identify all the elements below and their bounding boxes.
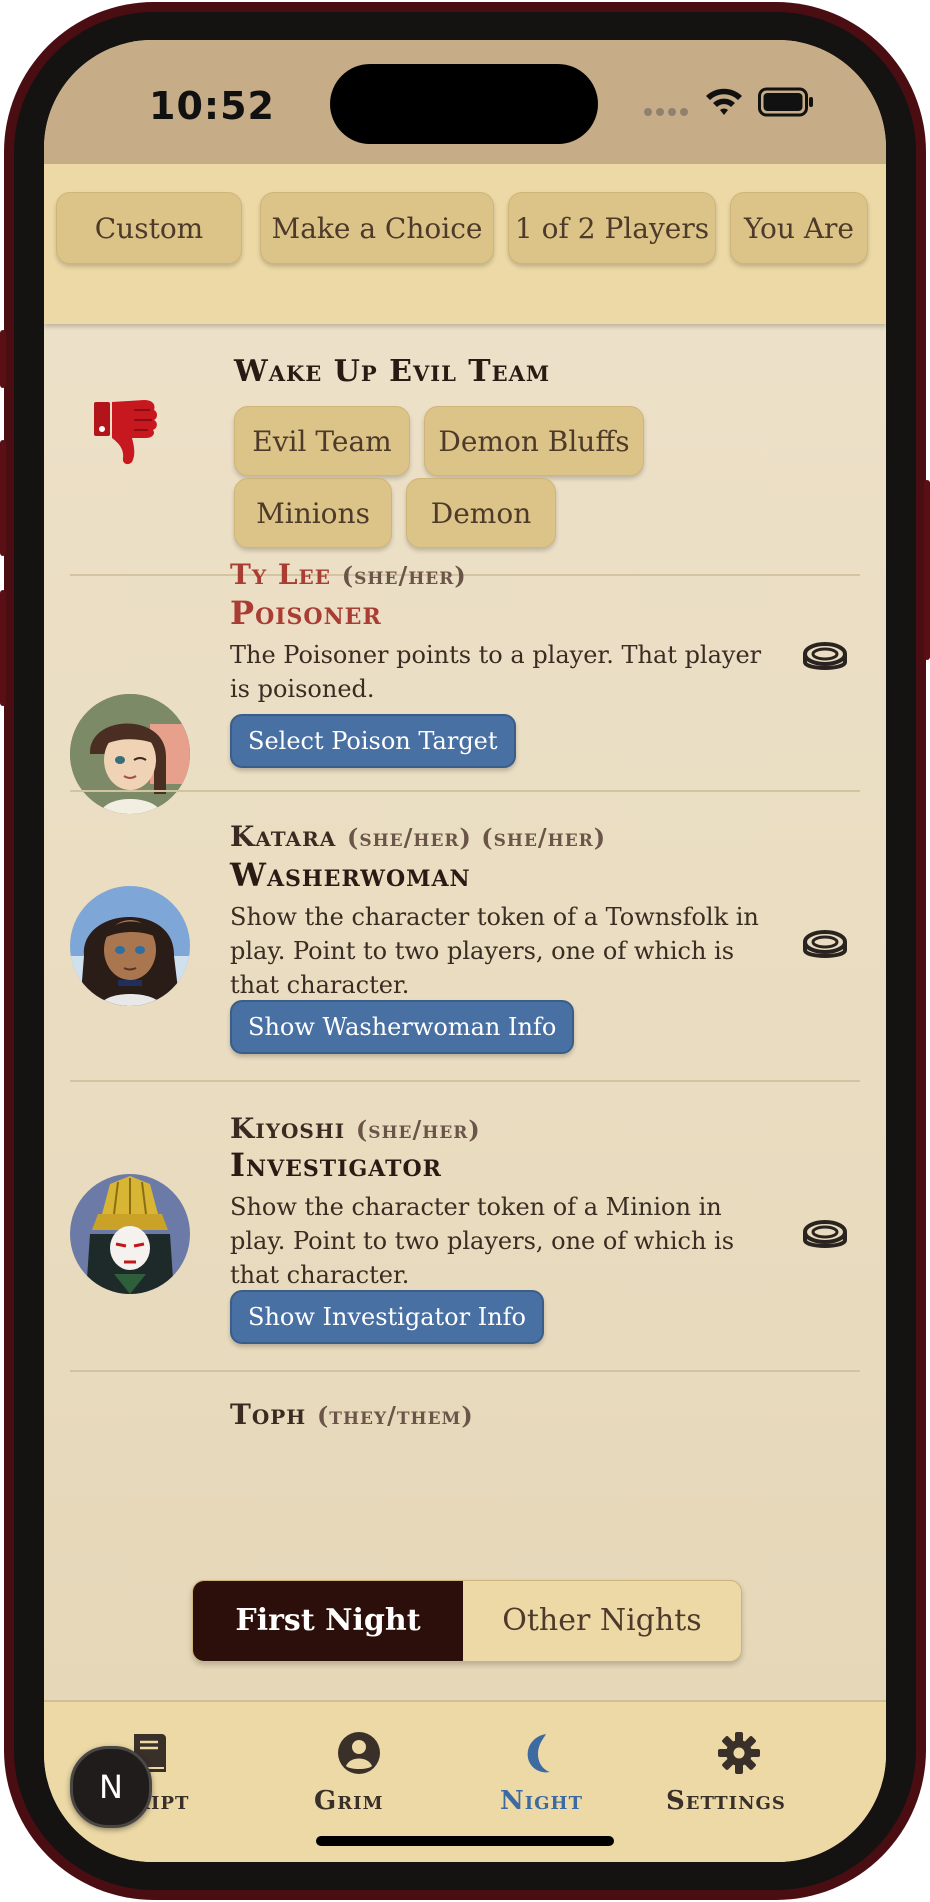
dynamic-island bbox=[330, 64, 598, 144]
avatar bbox=[70, 886, 190, 1006]
first-night-tab[interactable]: First Night bbox=[193, 1581, 463, 1661]
player-name: Ty Lee bbox=[230, 558, 332, 591]
role-description: Show the character token of a Minion in … bbox=[230, 1193, 735, 1289]
battery-icon bbox=[758, 87, 813, 117]
player-name: Toph bbox=[230, 1398, 307, 1431]
role-name: Washerwoman bbox=[230, 856, 471, 894]
gear-icon bbox=[718, 1732, 760, 1774]
other-nights-tab[interactable]: Other Nights bbox=[463, 1581, 741, 1661]
status-bar: 10:52 bbox=[44, 40, 886, 164]
screen: 10:52 Custom Make a Choice 1 of 2 Player… bbox=[44, 40, 886, 1862]
divider bbox=[70, 790, 860, 792]
side-button bbox=[0, 590, 6, 706]
minions-button[interactable]: Minions bbox=[234, 478, 392, 548]
player-pronouns: (she/her) bbox=[341, 561, 467, 590]
chip-make-a-choice[interactable]: Make a Choice bbox=[260, 192, 494, 264]
role-name: Investigator bbox=[230, 1146, 442, 1184]
tab-settings[interactable]: Settings bbox=[660, 1702, 820, 1822]
select-poison-target-button[interactable]: Select Poison Target bbox=[230, 714, 516, 768]
role-description: The Poisoner points to a player. That pl… bbox=[230, 641, 762, 703]
player-name: Kiyoshi bbox=[230, 1112, 346, 1145]
player-pronouns: (she/her) (she/her) bbox=[346, 823, 607, 852]
tab-label: Night bbox=[500, 1786, 583, 1816]
token-icon[interactable] bbox=[802, 928, 848, 964]
wifi-icon bbox=[706, 88, 742, 115]
divider bbox=[70, 1080, 860, 1082]
tab-label: Settings bbox=[666, 1786, 786, 1816]
avatar bbox=[70, 694, 190, 814]
phone-frame: 10:52 Custom Make a Choice 1 of 2 Player… bbox=[0, 0, 930, 1902]
home-indicator[interactable] bbox=[316, 1836, 614, 1846]
player-name-line: Katara (she/her) (she/her) bbox=[230, 820, 606, 853]
avatar bbox=[70, 1174, 190, 1294]
status-time: 10:52 bbox=[149, 84, 275, 128]
evil-team-title: Wake Up Evil Team bbox=[234, 354, 551, 389]
side-button bbox=[0, 330, 6, 388]
cellular-signal-icon bbox=[644, 108, 688, 118]
show-washerwoman-info-button[interactable]: Show Washerwoman Info bbox=[230, 1000, 575, 1054]
tab-label: Grim bbox=[314, 1786, 384, 1816]
token-icon[interactable] bbox=[802, 1218, 848, 1254]
divider bbox=[70, 1370, 860, 1372]
user-circle-icon bbox=[338, 1732, 380, 1774]
chip-you-are[interactable]: You Are bbox=[730, 192, 868, 264]
show-investigator-info-button[interactable]: Show Investigator Info bbox=[230, 1290, 544, 1344]
tab-night[interactable]: Night bbox=[480, 1702, 600, 1822]
player-name-line: Kiyoshi (she/her) bbox=[230, 1112, 481, 1145]
player-pronouns: (she/her) bbox=[355, 1115, 481, 1144]
player-name-line: Ty Lee (she/her) bbox=[230, 558, 467, 591]
chip-custom[interactable]: Custom bbox=[56, 192, 242, 264]
token-icon[interactable] bbox=[802, 640, 848, 676]
dev-badge[interactable]: N bbox=[70, 1746, 152, 1828]
thumbs-down-icon bbox=[94, 400, 157, 465]
player-name: Katara bbox=[230, 820, 337, 853]
demon-bluffs-button[interactable]: Demon Bluffs bbox=[424, 406, 644, 476]
player-pronouns: (they/them) bbox=[316, 1401, 474, 1430]
demon-button[interactable]: Demon bbox=[406, 478, 556, 548]
tab-grim[interactable]: Grim bbox=[300, 1702, 420, 1822]
top-chip-bar: Custom Make a Choice 1 of 2 Players You … bbox=[44, 164, 886, 324]
evil-team-button[interactable]: Evil Team bbox=[234, 406, 410, 476]
moon-icon bbox=[527, 1734, 550, 1773]
chip-player-count[interactable]: 1 of 2 Players bbox=[508, 192, 716, 264]
side-button bbox=[924, 480, 930, 660]
night-toggle: First Night Other Nights bbox=[192, 1580, 742, 1662]
role-name: Poisoner bbox=[230, 594, 382, 632]
side-button bbox=[0, 440, 6, 556]
player-name-line: Toph (they/them) bbox=[230, 1398, 474, 1431]
night-order-list[interactable]: Wake Up Evil Team Evil Team Demon Bluffs… bbox=[44, 324, 886, 1700]
role-description: Show the character token of a Townsfolk … bbox=[230, 903, 759, 999]
